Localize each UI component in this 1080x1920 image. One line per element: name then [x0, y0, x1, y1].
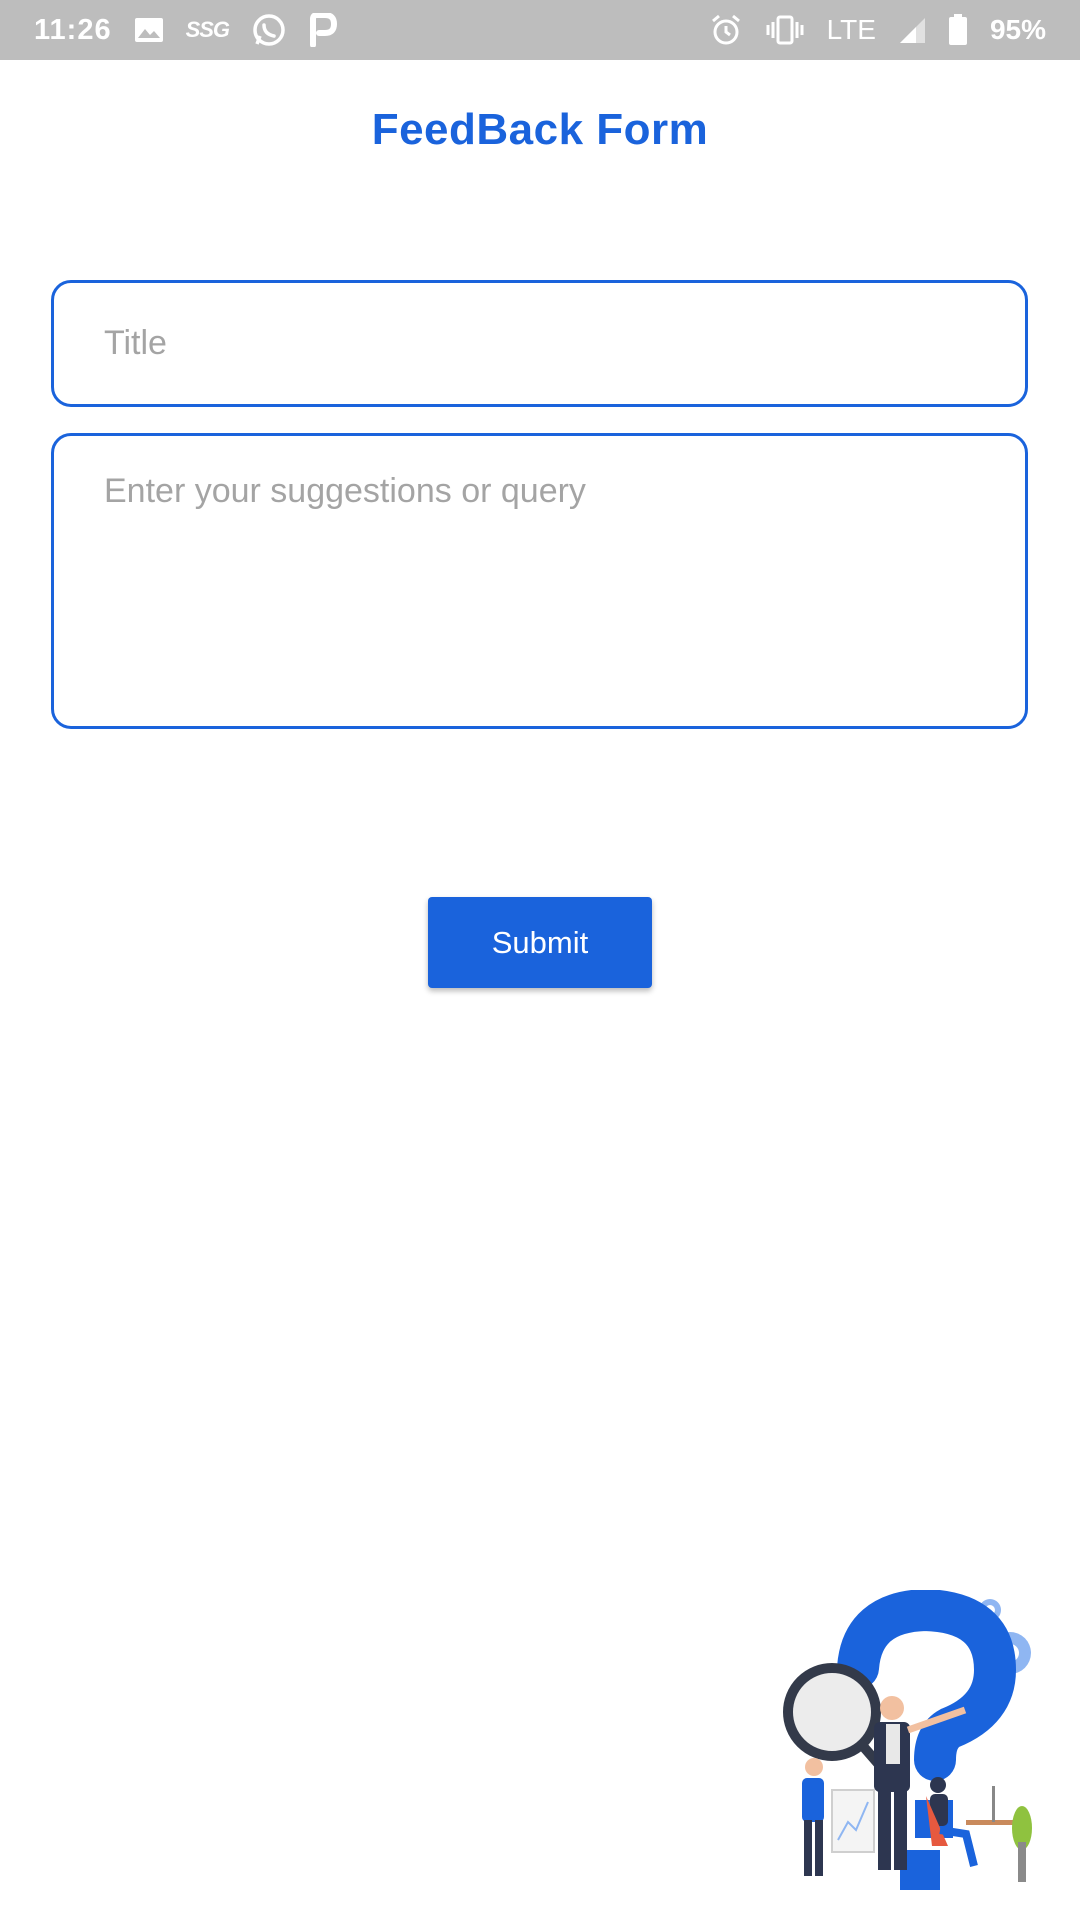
- title-input[interactable]: [54, 283, 1025, 404]
- question-mark-team-illustration: [770, 1588, 1050, 1892]
- title-field[interactable]: [51, 280, 1028, 407]
- network-type: LTE: [826, 14, 876, 45]
- status-bar-right: LTE 95%: [709, 13, 1046, 47]
- query-field[interactable]: [51, 433, 1028, 729]
- page-title: FeedBack Form: [371, 105, 709, 154]
- status-bar-left: 11:26 SSG: [34, 12, 338, 48]
- status-bar: 11:26 SSG LTE 95%: [0, 0, 1080, 60]
- suggestions-input[interactable]: [54, 436, 1025, 726]
- ssg-icon: SSG: [185, 17, 230, 42]
- image-icon: [134, 16, 164, 44]
- battery-level: 95%: [989, 14, 1046, 45]
- signal-icon: [898, 16, 926, 44]
- status-time: 11:26: [34, 13, 112, 46]
- vibrate-icon: [765, 15, 805, 45]
- p-app-icon: [309, 13, 338, 47]
- battery-icon: [948, 14, 968, 46]
- whatsapp-icon: [251, 12, 287, 48]
- alarm-icon: [709, 13, 743, 47]
- submit-button[interactable]: Submit: [428, 897, 652, 988]
